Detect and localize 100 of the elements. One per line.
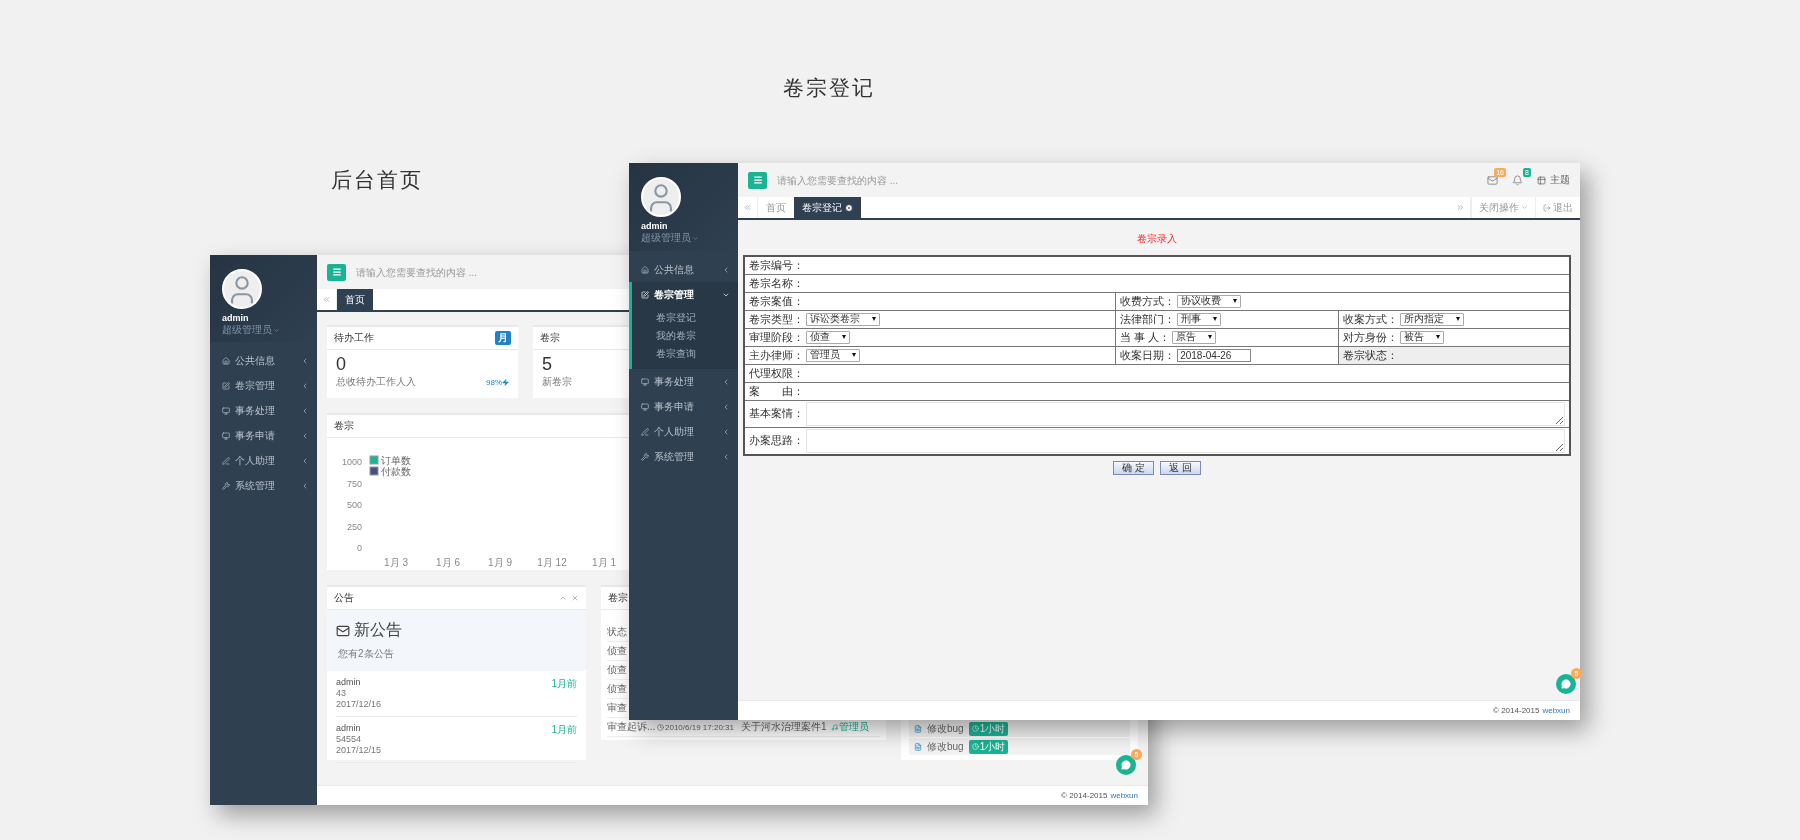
caret-icon <box>852 353 856 357</box>
field-label: 收费方式： <box>1120 293 1176 309</box>
menu-item[interactable]: 系统管理 <box>629 444 738 469</box>
dropdown[interactable]: 被告 <box>1400 330 1445 344</box>
axis-label: 1月 9 <box>488 557 512 568</box>
collapse-icon[interactable] <box>559 594 567 602</box>
submenu-item[interactable]: 卷宗查询 <box>632 345 738 363</box>
time-badge: 1小时 <box>968 721 1009 736</box>
menu-item[interactable]: 事务申请 <box>210 423 317 448</box>
dropdown[interactable]: 诉讼类卷宗 <box>806 312 880 326</box>
axis-label: 1月 3 <box>384 557 408 568</box>
stat-value: 0 <box>336 354 346 375</box>
task-row[interactable]: 修改bug 1小时 <box>909 720 1130 737</box>
monitor-icon <box>222 406 230 415</box>
dropdown[interactable]: 刑事 <box>1177 312 1222 326</box>
stat-caption: 新卷宗 <box>542 375 572 389</box>
chat-button[interactable] <box>1556 674 1576 694</box>
pen-icon <box>222 456 230 465</box>
mail-icon[interactable] <box>1487 174 1498 186</box>
dropdown[interactable]: 所内指定 <box>1400 312 1465 326</box>
search-field[interactable]: 请输入您需要查找的内容 ... <box>354 265 574 279</box>
axis-label: 1000 <box>341 457 362 467</box>
caret-icon <box>842 335 846 339</box>
home-icon <box>641 265 649 274</box>
date-field[interactable]: 2018-04-26 <box>1177 348 1252 362</box>
card-title: 公告 <box>334 591 354 605</box>
dropdown[interactable]: 原告 <box>1172 330 1217 344</box>
chevron-left-icon <box>722 452 730 461</box>
text-area[interactable] <box>806 428 1565 453</box>
menu-item[interactable]: 卷宗管理 <box>629 282 738 307</box>
chevron-left-icon <box>301 481 309 490</box>
field-label: 当 事 人： <box>1120 329 1171 345</box>
tab[interactable]: 首页 <box>337 289 373 310</box>
form-button[interactable]: 返 回 <box>1160 460 1201 475</box>
document-icon <box>914 724 922 733</box>
tab[interactable]: 卷宗登记 <box>794 197 861 218</box>
card-title: 卷宗 <box>540 331 560 345</box>
table-cell-text: 审查 <box>607 701 628 715</box>
caret-icon <box>692 234 699 242</box>
field-label: 收案日期： <box>1120 347 1176 363</box>
user-name: admin <box>222 313 249 323</box>
chevron-left-icon <box>722 265 730 274</box>
menu-item[interactable]: 事务处理 <box>210 398 317 423</box>
field-label: 法律部门： <box>1120 311 1176 327</box>
search-field[interactable]: 请输入您需要查找的内容 ... <box>775 173 995 187</box>
field-label: 卷宗状态： <box>1343 347 1399 363</box>
clock-icon <box>657 723 664 731</box>
dropdown[interactable]: 侦查 <box>806 330 850 344</box>
task-row[interactable]: 修改bug 1小时 <box>909 738 1130 755</box>
chevron-left-icon <box>301 456 309 465</box>
footer-link[interactable]: webxun <box>1542 706 1570 715</box>
menu-item[interactable]: 公共信息 <box>629 257 738 282</box>
clock-icon <box>971 725 979 732</box>
notice-author: admin <box>336 723 362 734</box>
dropdown[interactable]: 协议收费 <box>1177 294 1242 308</box>
page-caption: 卷宗登记 <box>783 75 875 101</box>
submenu-item[interactable]: 我的卷宗 <box>632 327 738 345</box>
notice-content: 43 <box>336 688 347 699</box>
caret-icon <box>872 317 876 321</box>
caret-icon <box>1213 317 1218 321</box>
menu-item[interactable]: 事务处理 <box>629 369 738 394</box>
user-role[interactable]: 超级管理员 <box>641 231 699 245</box>
caret-icon <box>1456 317 1461 321</box>
menu-button[interactable] <box>748 171 767 189</box>
menu-item[interactable]: 卷宗管理 <box>210 373 317 398</box>
chat-button[interactable] <box>1116 755 1136 775</box>
chat-icon <box>1561 679 1571 689</box>
table-cell: 2010/6/19 17:20:31 <box>657 722 741 732</box>
bell-icon[interactable] <box>1512 174 1523 186</box>
menu-item[interactable]: 个人助理 <box>210 448 317 473</box>
dropdown[interactable]: 管理员 <box>806 348 860 362</box>
chevron-left-icon <box>301 381 309 390</box>
table-icon <box>1537 175 1546 185</box>
stat-value: 5 <box>542 354 552 375</box>
form-button[interactable]: 确 定 <box>1113 460 1154 475</box>
double-chevron-left-icon <box>322 295 331 304</box>
submenu-item[interactable]: 卷宗登记 <box>632 309 738 327</box>
user-role[interactable]: 超级管理员 <box>222 323 280 337</box>
card-title: 卷宗 <box>608 591 628 605</box>
form-title: 卷宗录入 <box>1137 232 1177 246</box>
notice-time: 1月前 <box>551 723 577 737</box>
menu-item[interactable]: 系统管理 <box>210 473 317 498</box>
table-cell-text: 侦查 <box>607 663 628 677</box>
chevron-left-icon <box>301 406 309 415</box>
copyright-text: © 2014-2015 <box>1061 791 1108 800</box>
edit-icon <box>641 290 649 299</box>
notice-date: 2017/12/16 <box>336 699 382 710</box>
axis-label: 750 <box>346 478 362 489</box>
legend-label: 订单数 <box>381 454 411 466</box>
theme-link[interactable]: 主题 <box>1537 173 1570 187</box>
footer-link[interactable]: webxun <box>1110 791 1138 800</box>
menu-item[interactable]: 个人助理 <box>629 419 738 444</box>
field-label: 主办律师： <box>749 347 804 363</box>
menu-item[interactable]: 事务申请 <box>629 394 738 419</box>
document-icon <box>914 742 922 751</box>
close-icon[interactable] <box>845 203 853 212</box>
menu-item[interactable]: 公共信息 <box>210 348 317 373</box>
menu-button[interactable] <box>327 263 346 281</box>
trend-value: 98% <box>486 377 509 387</box>
field-label: 对方身份： <box>1343 329 1399 345</box>
